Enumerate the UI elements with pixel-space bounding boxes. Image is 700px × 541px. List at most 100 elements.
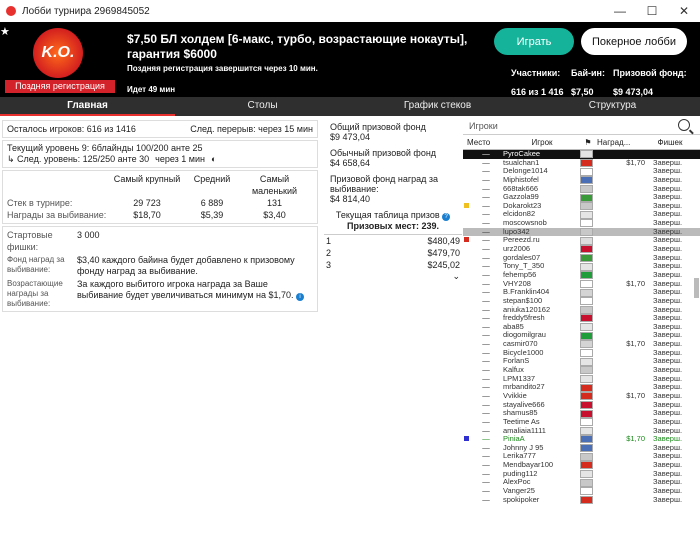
player-marker bbox=[463, 262, 471, 271]
player-bounty bbox=[593, 314, 653, 323]
player-marker bbox=[463, 280, 471, 289]
country-flag-icon bbox=[579, 150, 593, 159]
players-list: — PyroCakee — tsualchan1 $1,70 Заверш. — Delong… bbox=[463, 149, 700, 505]
player-row[interactable]: — freddy5fresh Заверш. bbox=[463, 314, 700, 323]
player-row[interactable]: — diogomilgrau Заверш. bbox=[463, 331, 700, 340]
player-row[interactable]: — elcidon82 Заверш. bbox=[463, 210, 700, 219]
player-row[interactable]: — mrbandito27 Заверш. bbox=[463, 383, 700, 392]
payouts-header: Текущая таблица призов ? Призовых мест: … bbox=[324, 210, 462, 231]
country-flag-icon bbox=[579, 219, 593, 228]
col-player[interactable]: Игрок bbox=[505, 136, 579, 149]
col-bounty[interactable]: Наград... bbox=[597, 136, 649, 149]
scrollbar[interactable] bbox=[694, 278, 699, 538]
country-flag-icon bbox=[579, 262, 593, 271]
player-row[interactable]: — AlexPoc Заверш. bbox=[463, 478, 700, 487]
player-row[interactable]: — Tony_T_350 Заверш. bbox=[463, 262, 700, 271]
tab-stack-chart[interactable]: График стеков bbox=[350, 97, 525, 116]
player-row[interactable]: — PyroCakee bbox=[463, 149, 700, 159]
help-icon[interactable]: ? bbox=[442, 213, 451, 221]
player-row[interactable]: — Vvikkie $1,70 Заверш. bbox=[463, 391, 700, 401]
player-row[interactable]: — stayalive666 Заверш. bbox=[463, 400, 700, 410]
player-row[interactable]: — spokipoker Заверш. bbox=[463, 495, 700, 505]
player-row[interactable]: — gordales07 Заверш. bbox=[463, 253, 700, 263]
progressive-label: Возрастающие награды за выбивание: bbox=[7, 279, 63, 308]
payouts-title: Текущая таблица призов bbox=[335, 210, 440, 220]
player-row[interactable]: — LPM1337 Заверш. bbox=[463, 374, 700, 384]
player-row[interactable]: — Dokarokt23 Заверш. bbox=[463, 201, 700, 211]
player-chips: Заверш. bbox=[653, 400, 683, 409]
player-row[interactable]: — ForlanS Заверш. bbox=[463, 357, 700, 366]
player-row[interactable]: — puding112 Заверш. bbox=[463, 469, 700, 479]
player-row[interactable]: — Vanger25 Заверш. bbox=[463, 486, 700, 496]
player-chips: Заверш. bbox=[653, 210, 683, 219]
player-chips: Заверш. bbox=[653, 357, 683, 366]
player-marker bbox=[463, 427, 471, 436]
player-bounty bbox=[593, 452, 653, 461]
tab-tables[interactable]: Столы bbox=[175, 97, 350, 116]
info-icon[interactable]: i bbox=[296, 293, 305, 301]
player-bounty bbox=[593, 176, 653, 185]
minimize-button[interactable]: — bbox=[604, 0, 636, 22]
player-name: Lerika777 bbox=[503, 452, 536, 461]
player-name: shamus85 bbox=[503, 409, 538, 418]
expand-chevron-icon[interactable]: ⌄ bbox=[326, 271, 460, 282]
player-row[interactable]: — Pereezd.ru Заверш. bbox=[463, 236, 700, 245]
country-flag-icon bbox=[579, 271, 593, 280]
late-registration-info: Поздняя регистрация завершится через 10 … bbox=[127, 64, 318, 73]
player-name: aba85 bbox=[503, 322, 524, 331]
player-row[interactable]: — aniuka120162 Заверш. bbox=[463, 305, 700, 315]
close-button[interactable]: ✕ bbox=[668, 0, 700, 22]
tab-structure[interactable]: Структура bbox=[525, 97, 700, 116]
remaining-box: Осталось игроков: 616 из 1416 След. пере… bbox=[2, 120, 318, 138]
player-row[interactable]: — Teetime As Заверш. bbox=[463, 417, 700, 427]
player-row[interactable]: — Miphistofel Заверш. bbox=[463, 175, 700, 185]
player-marker bbox=[463, 375, 471, 384]
player-row[interactable]: — moscowsnob Заверш. bbox=[463, 219, 700, 228]
player-chips: Заверш. bbox=[653, 409, 683, 418]
rules-box: Стартовые фишки: 3 000 Фонд наград за вы… bbox=[2, 226, 318, 312]
payout-amount: $479,70 bbox=[427, 248, 460, 258]
tab-main[interactable]: Главная bbox=[0, 97, 175, 116]
player-chips: Заверш. bbox=[653, 219, 683, 228]
player-row[interactable]: — Kalfux Заверш. bbox=[463, 365, 700, 375]
player-row[interactable]: — PiniaA $1,70 Заверш. bbox=[463, 435, 700, 444]
player-row[interactable]: — casmir070 $1,70 Заверш. bbox=[463, 340, 700, 349]
player-row[interactable]: — aba85 Заверш. bbox=[463, 322, 700, 332]
players-search[interactable]: Игроки bbox=[463, 118, 700, 135]
player-row[interactable]: — shamus85 Заверш. bbox=[463, 409, 700, 418]
player-row[interactable]: — stepan$100 Заверш. bbox=[463, 296, 700, 306]
player-row[interactable]: — VHY208 $1,70 Заверш. bbox=[463, 279, 700, 289]
play-button[interactable]: Играть bbox=[494, 28, 574, 55]
search-icon[interactable] bbox=[678, 119, 690, 131]
favorite-star-icon[interactable]: ★ bbox=[0, 25, 10, 38]
player-row[interactable]: — Lerika777 Заверш. bbox=[463, 452, 700, 461]
col-flag[interactable]: ⚑ bbox=[579, 136, 597, 149]
search-input[interactable]: Игроки bbox=[469, 121, 498, 131]
player-row[interactable]: — fehemp56 Заверш. bbox=[463, 270, 700, 280]
title-bar: Лобби турнира 2969845052 — ☐ ✕ bbox=[0, 0, 700, 23]
maximize-button[interactable]: ☐ bbox=[636, 0, 668, 22]
poker-lobby-button[interactable]: Покерное лобби bbox=[581, 28, 687, 55]
country-flag-icon bbox=[579, 228, 593, 237]
player-name: B.Franklin404 bbox=[503, 288, 550, 297]
player-name: Gazzola99 bbox=[503, 193, 539, 202]
player-row[interactable]: — Delonge1014 Заверш. bbox=[463, 167, 700, 176]
player-row[interactable]: — Bicycle1000 Заверш. bbox=[463, 348, 700, 358]
player-bounty bbox=[593, 262, 653, 271]
player-row[interactable]: — tsualchan1 $1,70 Заверш. bbox=[463, 158, 700, 168]
player-row[interactable]: —668tak666 Заверш. bbox=[463, 184, 700, 194]
player-row[interactable]: — amaliaia1111 Заверш. bbox=[463, 426, 700, 436]
player-marker bbox=[463, 306, 471, 315]
player-row[interactable]: — Mendbayar100 Заверш. bbox=[463, 460, 700, 470]
player-row[interactable]: — lupo342 Заверш. bbox=[463, 227, 700, 237]
player-row[interactable]: — urz2006 Заверш. bbox=[463, 244, 700, 254]
player-name: casmir070 bbox=[503, 340, 538, 349]
player-row[interactable]: — Gazzola99 Заверш. bbox=[463, 193, 700, 202]
player-marker bbox=[463, 487, 471, 496]
player-marker bbox=[463, 167, 471, 176]
player-row[interactable]: — B.Franklin404 Заверш. bbox=[463, 288, 700, 297]
col-place[interactable]: Место bbox=[463, 136, 505, 149]
player-row[interactable]: — Johnny J 95 Заверш. bbox=[463, 443, 700, 453]
player-name: urz2006 bbox=[503, 245, 531, 254]
col-chips[interactable]: Фишек bbox=[649, 136, 691, 149]
